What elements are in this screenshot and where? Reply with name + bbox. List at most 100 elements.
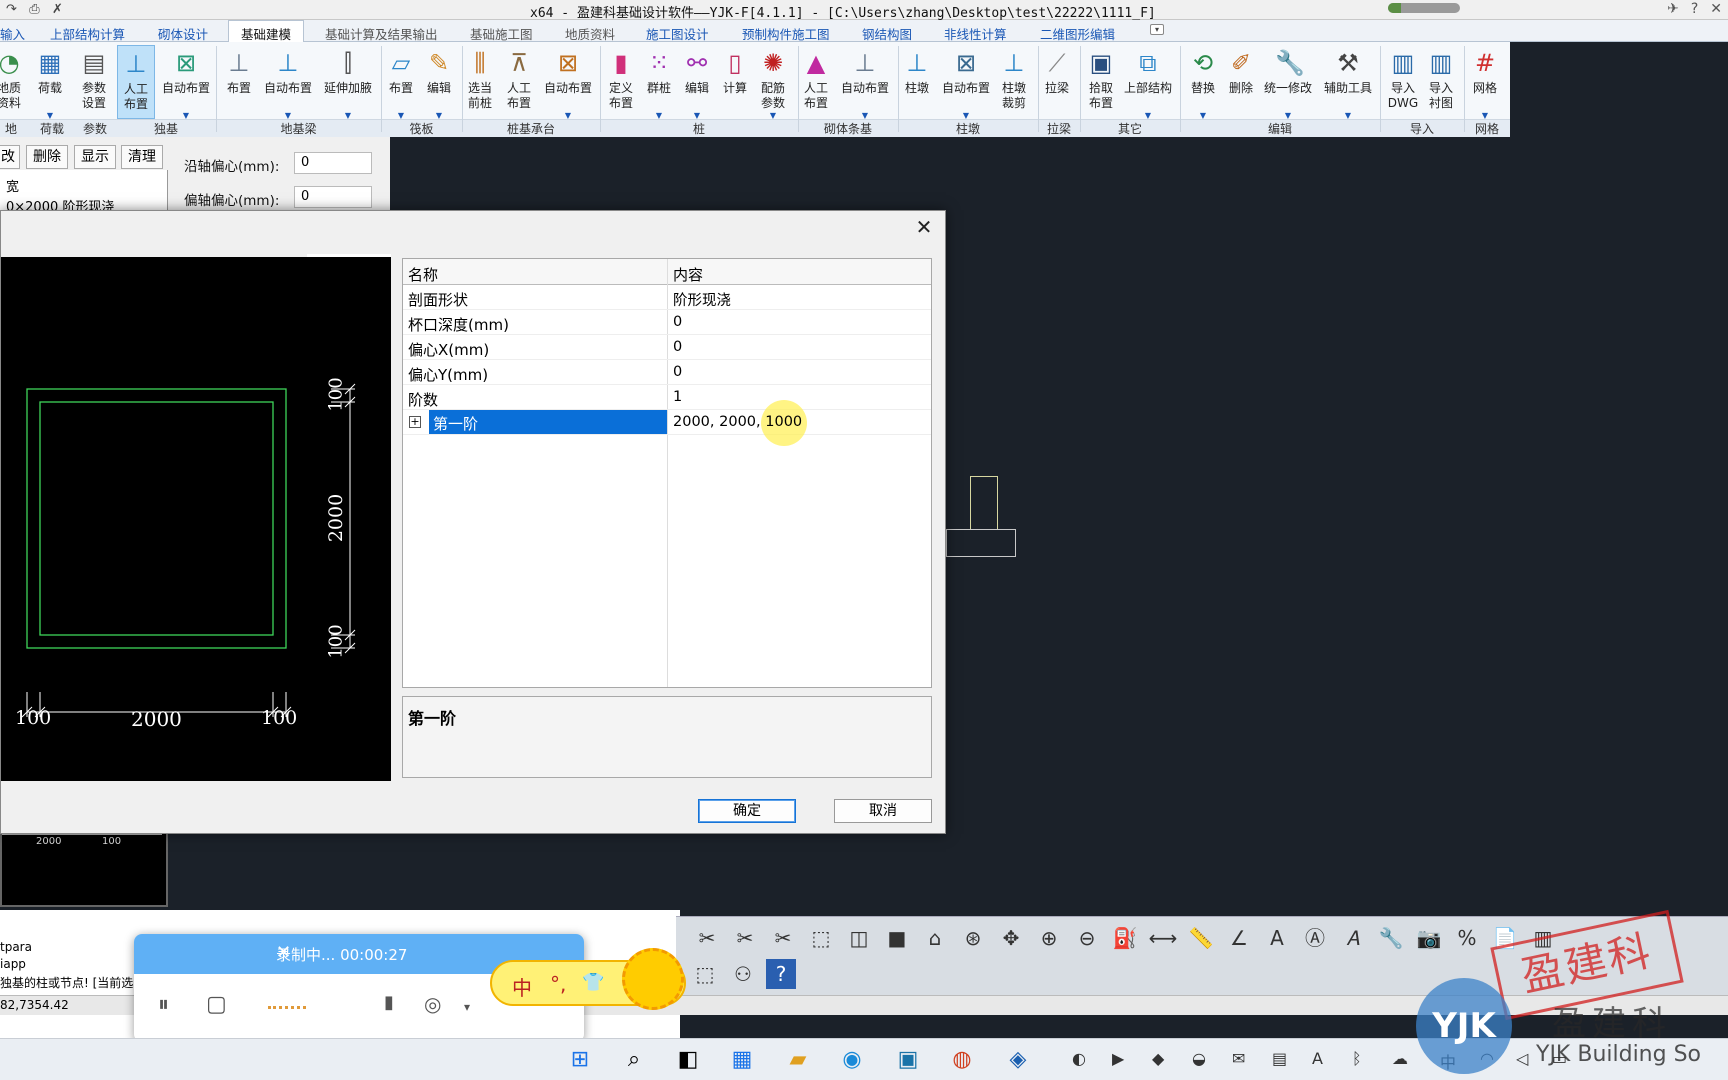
help-icon[interactable]: ? — [766, 959, 796, 989]
binoculars-icon[interactable]: ⚇ — [728, 959, 758, 989]
masonry-auto-layout-button[interactable]: ⊥ 自动布置 ▼ — [837, 45, 893, 120]
yjk-app-icon[interactable]: ◈ — [1002, 1044, 1034, 1076]
modify-button[interactable]: 改 — [0, 145, 20, 169]
select-icon[interactable]: ⬚ — [690, 959, 720, 989]
camera-icon[interactable]: 📷 — [1414, 923, 1444, 953]
zoom-in-icon[interactable]: ⊕ — [1034, 923, 1064, 953]
text-search-icon[interactable]: Ⓐ — [1300, 923, 1330, 953]
webcam-icon[interactable]: ◎ — [424, 992, 441, 1016]
orbit-icon[interactable]: ⊛ — [958, 923, 988, 953]
clear-button[interactable]: 清理 — [121, 145, 163, 169]
off-axis-input[interactable]: 0 — [294, 186, 372, 208]
ok-button[interactable]: 确定 — [698, 799, 796, 823]
close-icon[interactable]: ✕ — [913, 215, 935, 239]
tab-precast[interactable]: 预制构件施工图 — [742, 24, 830, 43]
file-explorer-icon[interactable]: ▰ — [782, 1044, 814, 1076]
beam-auto-layout-button[interactable]: ⊥ 自动布置 ▼ — [262, 45, 314, 120]
grid-row-section-shape[interactable]: 剖面形状 阶形现浇 — [403, 285, 931, 310]
tab-superstructure-calc[interactable]: 上部结构计算 — [50, 24, 125, 43]
camera-icon[interactable]: ▮ — [384, 992, 394, 1013]
measure-icon[interactable]: ⟷ — [1148, 923, 1178, 953]
select-current-pile-button[interactable]: ⫼ 选当 前桩 — [461, 45, 499, 119]
tab-steel[interactable]: 钢结构图 — [862, 24, 912, 43]
wechat-icon[interactable]: ✉ — [1232, 1049, 1245, 1068]
grid-row-cup-depth[interactable]: 杯口深度(mm) 0 — [403, 310, 931, 335]
tray-app-icon[interactable]: ▤ — [1272, 1049, 1287, 1068]
redo-icon[interactable]: ↷ — [4, 2, 19, 17]
delete-button[interactable]: ✐ 删除 — [1222, 45, 1260, 119]
grid-row-eccentric-x[interactable]: 偏心X(mm) 0 — [403, 335, 931, 360]
grid-button[interactable]: # 网格 ▼ — [1466, 45, 1504, 120]
tab-input[interactable]: 输入 — [0, 24, 25, 43]
pier-auto-layout-button[interactable]: ⊠ 自动布置 ▼ — [938, 45, 994, 120]
superstructure-button[interactable]: ⧉ 上部结构 ▼ — [1122, 45, 1174, 120]
beam-layout-button[interactable]: ⊥ 布置 — [220, 45, 258, 119]
help-icon[interactable]: ? — [1691, 1, 1698, 17]
tray-app-icon[interactable]: ◆ — [1152, 1049, 1164, 1068]
tie-beam-button[interactable]: ⟋ 拉梁 — [1038, 45, 1076, 119]
house-icon[interactable]: ⌂ — [920, 923, 950, 953]
cut-icon[interactable]: ✂ — [692, 923, 722, 953]
pan-icon[interactable]: ✥ — [996, 923, 1026, 953]
parameters-button[interactable]: ▤ 参数 设置 — [75, 45, 113, 119]
tab-nonlinear[interactable]: 非线性计算 — [944, 24, 1007, 43]
import-underlay-button[interactable]: ▥ 导入 衬图 — [1422, 45, 1460, 119]
isolated-auto-layout-button[interactable]: ⊠ 自动布置 ▼ — [160, 45, 212, 120]
pause-icon[interactable]: ⏸ — [158, 992, 169, 1017]
chrome-icon[interactable]: ◍ — [946, 1044, 978, 1076]
wrench-icon[interactable]: 🔧 — [1376, 923, 1406, 953]
pile-edit-button[interactable]: ⚯ 编辑 ▼ — [678, 45, 716, 120]
zoom-icon[interactable]: ⊖ — [1072, 923, 1102, 953]
raft-edit-button[interactable]: ✎ 编辑 ▼ — [420, 45, 458, 120]
ime-punctuation[interactable]: °, — [550, 972, 566, 996]
batch-edit-button[interactable]: 🔧 统一修改 ▼ — [1262, 45, 1314, 120]
delete-list-button[interactable]: 删除 — [26, 145, 68, 169]
tab-foundation-model[interactable]: 基础建模 — [228, 20, 305, 42]
tools-button[interactable]: ⚒ 辅助工具 ▼ — [1322, 45, 1374, 120]
cube-icon[interactable]: ◫ — [844, 923, 874, 953]
load-button[interactable]: ▦ 荷载 ▼ — [31, 45, 69, 120]
percent-icon[interactable]: % — [1452, 923, 1482, 953]
pile-calculate-button[interactable]: ▯ 计算 — [716, 45, 754, 119]
pick-layout-button[interactable]: ▣ 拾取 布置 — [1082, 45, 1120, 119]
tray-app-icon[interactable]: ◒ — [1192, 1049, 1206, 1068]
font-icon[interactable]: 𝐴 — [1338, 923, 1368, 953]
tray-app-icon[interactable]: A — [1312, 1049, 1323, 1068]
tab-foundation-drawing[interactable]: 基础施工图 — [470, 24, 533, 43]
ruler-icon[interactable]: 📏 — [1186, 923, 1216, 953]
ime-mode[interactable]: 中 — [512, 972, 532, 1001]
edge-icon[interactable]: ◉ — [836, 1044, 868, 1076]
expand-icon[interactable]: + — [409, 416, 421, 428]
pin-icon[interactable]: ✈ — [1667, 1, 1679, 17]
raft-layout-button[interactable]: ▱ 布置 ▼ — [382, 45, 420, 120]
column-pier-button[interactable]: ⊥ 柱墩 — [898, 45, 936, 119]
rebar-params-button[interactable]: ✺ 配筋 参数 ▼ — [754, 45, 792, 120]
show-button[interactable]: 显示 — [74, 145, 116, 169]
cap-manual-layout-button[interactable]: ⊼ 人工 布置 — [500, 45, 538, 119]
print-icon[interactable]: ⎙ — [27, 2, 42, 17]
isolated-manual-layout-button[interactable]: ⊥ 人工 布置 — [117, 45, 155, 119]
pier-trim-button[interactable]: ⊥ 柱墩 裁剪 — [995, 45, 1033, 119]
cancel-button[interactable]: 取消 — [834, 799, 932, 823]
bluetooth-icon[interactable]: ᛒ — [1352, 1049, 1362, 1068]
tab-2d-graphics[interactable]: 二维图形编辑 — [1040, 24, 1115, 43]
volume-icon[interactable]: ◁ — [1516, 1049, 1528, 1068]
cube-icon[interactable]: ⬚ — [806, 923, 836, 953]
menu-more-icon[interactable]: ▾ — [1150, 24, 1164, 35]
bucket-icon[interactable]: ⛽ — [1110, 923, 1140, 953]
pile-group-button[interactable]: ⁙ 群桩 ▼ — [640, 45, 678, 120]
close-icon[interactable]: ✕ — [1710, 1, 1722, 17]
masonry-manual-layout-button[interactable]: ▲ 人工 布置 — [797, 45, 835, 119]
tray-app-icon[interactable]: ◐ — [1072, 1049, 1086, 1068]
search-icon[interactable]: ⌕ — [618, 1044, 650, 1076]
widgets-icon[interactable]: ▦ — [726, 1044, 758, 1076]
pile-define-layout-button[interactable]: ▮ 定义 布置 — [602, 45, 640, 119]
tab-construction-drawing[interactable]: 施工图设计 — [646, 24, 709, 43]
extend-haunch-button[interactable]: ⫿ 延伸加腋 ▼ — [320, 45, 376, 120]
tab-geology[interactable]: 地质资料 — [565, 24, 615, 43]
ime-skin[interactable]: 👕 — [582, 972, 604, 993]
replace-button[interactable]: ⟲ 替换 ▼ — [1184, 45, 1222, 120]
grid-row-first-step[interactable]: + 第一阶 2000, 2000, 1000 — [403, 400, 931, 446]
input-method-icon[interactable]: 中 — [1440, 1049, 1456, 1073]
stop-icon[interactable]: ▢ — [206, 992, 227, 1017]
